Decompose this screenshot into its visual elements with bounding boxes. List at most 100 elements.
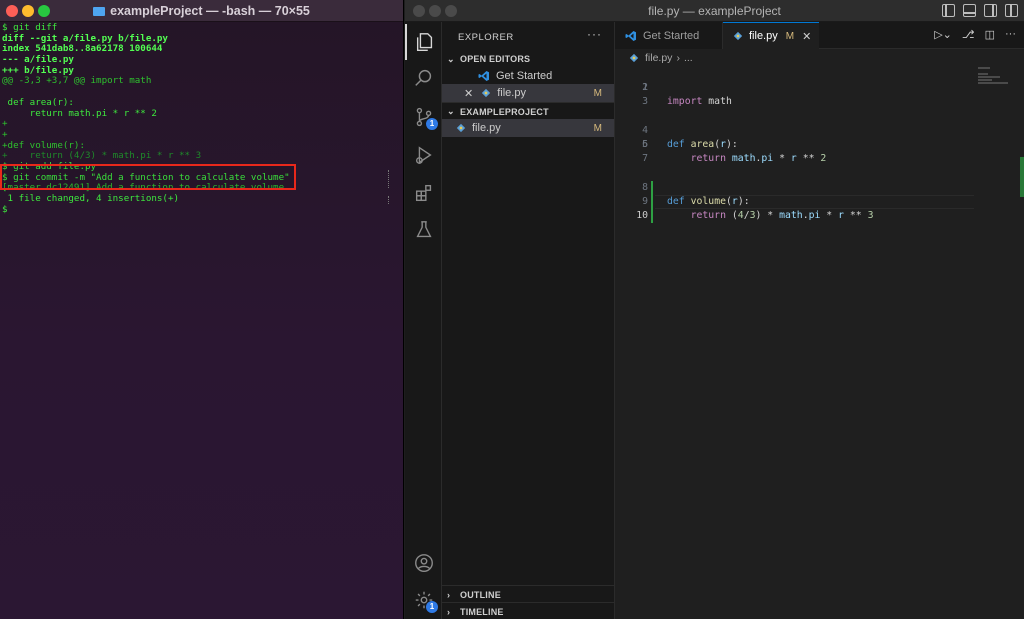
line-number: 10 <box>636 209 648 221</box>
close-icon[interactable]: ✕ <box>464 87 473 100</box>
vscode-logo-icon <box>625 30 636 41</box>
terminal-line: --- a/file.py <box>2 55 74 66</box>
project-label: EXAMPLEPROJECT <box>460 106 549 117</box>
terminal-window[interactable]: exampleProject — -bash — 70×55 $ git dif… <box>0 0 404 619</box>
code-line: 2 <box>615 81 974 95</box>
source-control-badge: 1 <box>426 118 438 130</box>
manage-gear-icon[interactable]: 1 <box>405 582 442 618</box>
terminal-title: exampleProject — -bash — 70×55 <box>0 4 403 18</box>
toggle-secondary-sidebar-icon[interactable] <box>984 4 997 17</box>
file-tree-label: file.py <box>472 122 501 134</box>
extensions-icon[interactable] <box>405 175 442 211</box>
accounts-icon[interactable] <box>405 545 442 581</box>
code-line: 1 import math <box>615 67 974 107</box>
chevron-down-icon: ⌄ <box>447 53 455 64</box>
terminal-line: @@ -3,3 +3,7 @@ import math <box>2 76 152 87</box>
run-debug-icon[interactable] <box>405 137 442 173</box>
file-tree-item-file-py[interactable]: file.py M <box>442 119 614 137</box>
line-number: 7 <box>642 153 648 165</box>
terminal-line: def area(r): <box>2 97 74 108</box>
chevron-right-icon: › <box>676 52 680 64</box>
tab-file-py[interactable]: file.py M ✕ <box>723 22 819 49</box>
breadcrumb-file[interactable]: file.py <box>645 52 672 64</box>
chevron-right-icon: › <box>447 589 451 600</box>
vscode-window[interactable]: file.py — exampleProject 1 1 EXPLORER ··… <box>405 0 1024 619</box>
more-actions-icon[interactable]: ··· <box>1005 28 1016 41</box>
activity-bar: 1 1 <box>405 22 442 619</box>
breadcrumb-symbols[interactable]: ... <box>684 52 693 64</box>
settings-badge: 1 <box>426 601 438 613</box>
terminal-line: $ git diff <box>2 23 58 33</box>
outline-label: OUTLINE <box>460 589 501 600</box>
terminal-title-text: exampleProject — -bash — 70×55 <box>110 4 310 18</box>
folder-icon <box>93 7 106 16</box>
tab-label: Get Started <box>643 29 700 42</box>
split-editor-icon[interactable]: ◫ <box>985 28 995 41</box>
timeline-label: TIMELINE <box>460 606 504 617</box>
editor-area[interactable]: Get Started file.py M ✕ ▷⌄ ⎇ ◫ ··· file.… <box>615 22 1024 619</box>
modified-badge: M <box>593 87 602 99</box>
tab-get-started[interactable]: Get Started <box>615 22 723 49</box>
code-editor[interactable]: 1 import math 2 3 4 def area(r): 5 retur… <box>615 67 974 224</box>
terminal-line: diff --git a/file.py b/file.py <box>2 33 168 44</box>
close-tab-icon[interactable]: ✕ <box>802 30 811 43</box>
highlight-annotation-box <box>0 164 296 190</box>
chevron-down-icon: ⌄ <box>447 106 455 116</box>
explorer-title: EXPLORER <box>458 32 514 43</box>
run-file-icon[interactable]: ▷⌄ <box>934 28 952 41</box>
project-section[interactable]: ⌄ EXAMPLEPROJECT <box>442 102 614 120</box>
explorer-icon[interactable] <box>405 24 442 60</box>
minimap[interactable] <box>978 67 1018 97</box>
open-editor-item-get-started[interactable]: Get Started <box>442 67 614 85</box>
terminal-titlebar[interactable]: exampleProject — -bash — 70×55 <box>0 0 403 22</box>
search-icon[interactable] <box>405 60 442 96</box>
terminal-line: + return (4/3) * math.pi * r ** 3 <box>2 151 202 162</box>
testing-icon[interactable] <box>405 212 442 248</box>
window-title: file.py — exampleProject <box>648 4 781 18</box>
python-file-icon <box>456 123 466 133</box>
open-editors-section[interactable]: ⌄ OPEN EDITORS <box>442 50 614 68</box>
code-line: 6 <box>615 138 974 152</box>
line-number: 2 <box>642 82 648 94</box>
python-file-icon <box>482 88 491 98</box>
more-actions-icon[interactable]: ··· <box>587 27 602 41</box>
code-line: 7 <box>615 152 974 166</box>
terminal-line: 1 file changed, 4 insertions(+) <box>2 194 180 204</box>
timeline-section[interactable]: › TIMELINE <box>442 602 614 619</box>
line-number: 3 <box>642 96 648 108</box>
terminal-line: + <box>2 119 8 130</box>
chevron-right-icon: › <box>447 606 451 617</box>
code-line: 3 <box>615 95 974 109</box>
open-changes-icon[interactable]: ⎇ <box>962 28 975 41</box>
code-line: 10 <box>615 195 974 221</box>
customize-layout-icon[interactable] <box>1005 4 1018 17</box>
explorer-sidebar: EXPLORER ··· ⌄ OPEN EDITORS Get Started … <box>442 22 615 619</box>
source-control-icon[interactable]: 1 <box>405 99 442 135</box>
modified-badge: M <box>593 122 602 134</box>
toggle-primary-sidebar-icon[interactable] <box>942 4 955 17</box>
vscode-titlebar[interactable]: file.py — exampleProject <box>405 0 1024 22</box>
terminal-scrollbar[interactable] <box>388 170 390 188</box>
open-editors-label: OPEN EDITORS <box>460 54 531 64</box>
open-editor-label: Get Started <box>496 70 553 82</box>
outline-section[interactable]: › OUTLINE <box>442 585 614 603</box>
open-editor-item-file-py[interactable]: ✕ file.py M <box>442 84 614 102</box>
code-line: 5 return math.pi * r ** 2 <box>615 124 974 164</box>
terminal-line: +++ b/file.py <box>2 65 74 76</box>
breadcrumb[interactable]: file.py › ... <box>629 52 693 64</box>
code-line: 9 return (4/3) * math.pi * r ** 3 <box>615 181 974 221</box>
terminal-line: return math.pi * r ** 2 <box>2 108 157 119</box>
modified-badge: M <box>785 30 795 42</box>
line-number: 6 <box>642 138 648 150</box>
vscode-logo-icon <box>478 71 489 81</box>
code-line: 8 def volume(r): <box>615 166 974 207</box>
terminal-line: +def volume(r): <box>2 140 85 151</box>
code-line: 4 def area(r): <box>615 110 974 150</box>
editor-tabs: Get Started file.py M ✕ ▷⌄ ⎇ ◫ ··· <box>615 22 1024 49</box>
toggle-panel-icon[interactable] <box>963 4 976 17</box>
python-file-icon <box>733 31 743 41</box>
overview-ruler-change-marker <box>1020 157 1024 197</box>
tab-label: file.py <box>749 30 778 42</box>
terminal-line: index 541dab8..8a62178 100644 <box>2 44 163 55</box>
